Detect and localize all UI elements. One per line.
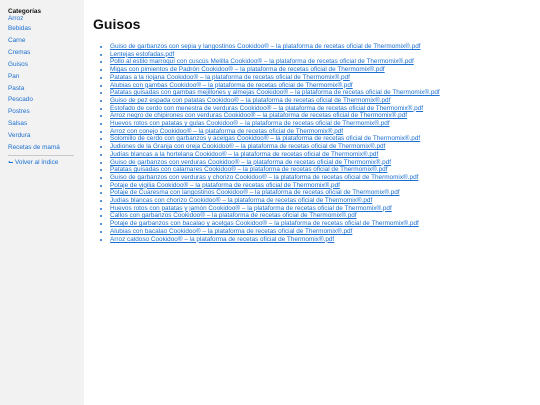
recipe-link[interactable]: Judías blancas con chorizo Cookidoo® – l… [110, 197, 372, 204]
recipe-link[interactable]: Guiso de garbanzos con sepia y langostin… [110, 43, 421, 50]
back-to-index-label: Volver al índice [15, 158, 59, 166]
recipe-link[interactable]: Guiso de garbanzos con verduras Cookidoo… [110, 159, 391, 166]
sidebar-item-guisos[interactable]: Guisos [8, 59, 84, 71]
recipe-link[interactable]: Arroz negro de chipirones con verduras C… [110, 112, 407, 119]
list-item: Guiso de garbanzos con sepia y langostin… [110, 43, 533, 51]
sidebar-item-pasta[interactable]: Pasta [8, 83, 84, 95]
recipe-link[interactable]: Guiso de pez espada con patatas Cookidoo… [110, 97, 390, 104]
recipe-link[interactable]: Pollo al estilo marroquí con cuscús Meli… [110, 58, 414, 65]
sidebar-item-verdura[interactable]: Verdura [8, 130, 84, 142]
sidebar-item-bebidas[interactable]: Bebidas [8, 23, 84, 35]
page-title: Guisos [93, 16, 141, 32]
recipe-link[interactable]: Huevos rotos con patatas y jamón Cookido… [110, 205, 392, 212]
recipe-link[interactable]: Arroz caldoso Cookidoo® – la plataforma … [110, 236, 334, 243]
list-item: Patatas a la riojana Cookidoo® – la plat… [110, 74, 533, 82]
sidebar-item-cremas[interactable]: Cremas [8, 47, 84, 59]
recipe-link[interactable]: Potaje de garbanzos con bacalao y acelga… [110, 220, 419, 227]
back-to-index-link[interactable]: Volver al índice [8, 158, 84, 167]
recipe-link[interactable]: Alubias con gambas Cookidoo® – la plataf… [110, 82, 353, 89]
list-item: Arroz negro de chipirones con verduras C… [110, 112, 533, 120]
list-item: Solomillo de cerdo con garbanzos y acelg… [110, 135, 533, 143]
list-item: Potaje de Cuaresma con langostinos Cooki… [110, 189, 533, 197]
list-item: Patatas guisadas con gambas mejillones y… [110, 89, 533, 97]
category-list: Arroz Bebidas Carne Cremas Guisos Pan Pa… [8, 15, 84, 154]
sidebar-item-postres[interactable]: Postres [8, 106, 84, 118]
recipe-link[interactable]: Estofado de cerdo con menestra de verdur… [110, 105, 423, 112]
list-item: Judías blancas con chorizo Cookidoo® – l… [110, 197, 533, 205]
list-item: Patatas guisadas con calamares Cookidoo®… [110, 166, 533, 174]
recipe-list: Guiso de garbanzos con sepia y langostin… [93, 43, 533, 243]
list-item: Potaje de garbanzos con bacalao y acelga… [110, 220, 533, 228]
sidebar-item-salsas[interactable]: Salsas [8, 118, 84, 130]
recipe-link[interactable]: Judías blancas a la hortelana Cookidoo® … [110, 151, 378, 158]
list-item: Guiso de garbanzos con verduras y choriz… [110, 174, 533, 182]
list-item: Guiso de pez espada con patatas Cookidoo… [110, 97, 533, 105]
recipe-link[interactable]: Huevos rotos con patatas y gulas Cookido… [110, 120, 390, 127]
recipe-link[interactable]: Alubias con bacalao Cookidoo® – la plata… [110, 228, 352, 235]
recipe-link[interactable]: Lentejas estofadas.pdf [110, 51, 174, 58]
list-item: Judías blancas a la hortelana Cookidoo® … [110, 151, 533, 159]
recipe-link[interactable]: Arroz con conejo Cookidoo® – la platafor… [110, 128, 343, 135]
sidebar-item-recetas-de-mama[interactable]: Recetas de mamá [8, 142, 84, 154]
recipe-link[interactable]: Potaje de Cuaresma con langostinos Cooki… [110, 189, 400, 196]
categories-heading: Categorías [8, 8, 42, 15]
recipe-link[interactable]: Judiones de la Granja con oreja Cookidoo… [110, 143, 385, 150]
recipe-link[interactable]: Patatas a la riojana Cookidoo® – la plat… [110, 74, 350, 81]
list-item: Pollo al estilo marroquí con cuscús Meli… [110, 58, 533, 66]
main-content: Guisos Guiso de garbanzos con sepia y la… [93, 16, 533, 243]
sidebar-item-carne[interactable]: Carne [8, 35, 84, 47]
sidebar-item-arroz[interactable]: Arroz [8, 15, 84, 23]
sidebar: Categorías Arroz Bebidas Carne Cremas Gu… [0, 0, 84, 405]
list-item: Migas con pimientos de Padrón Cookidoo® … [110, 66, 533, 74]
recipe-link[interactable]: Migas con pimientos de Padrón Cookidoo® … [110, 66, 385, 73]
list-item: Judiones de la Granja con oreja Cookidoo… [110, 143, 533, 151]
list-item: Arroz caldoso Cookidoo® – la plataforma … [110, 236, 533, 244]
recipe-link[interactable]: Solomillo de cerdo con garbanzos y acelg… [110, 135, 420, 142]
list-item: Alubias con bacalao Cookidoo® – la plata… [110, 228, 533, 236]
recipe-link[interactable]: Potaje de vigilia Cookidoo® – la platafo… [110, 182, 340, 189]
recipe-link[interactable]: Guiso de garbanzos con verduras y choriz… [110, 174, 418, 181]
recipe-link[interactable]: Patatas guisadas con calamares Cookidoo®… [110, 166, 388, 173]
recipe-link[interactable]: Callos con garbanzos Cookidoo® – la plat… [110, 212, 357, 219]
recipe-link[interactable]: Patatas guisadas con gambas mejillones y… [110, 89, 440, 96]
arrow-left-icon [8, 160, 13, 164]
sidebar-item-pan[interactable]: Pan [8, 71, 84, 83]
list-item: Huevos rotos con patatas y gulas Cookido… [110, 120, 533, 128]
sidebar-item-pescado[interactable]: Pescado [8, 94, 84, 106]
sidebar-divider [8, 154, 74, 156]
